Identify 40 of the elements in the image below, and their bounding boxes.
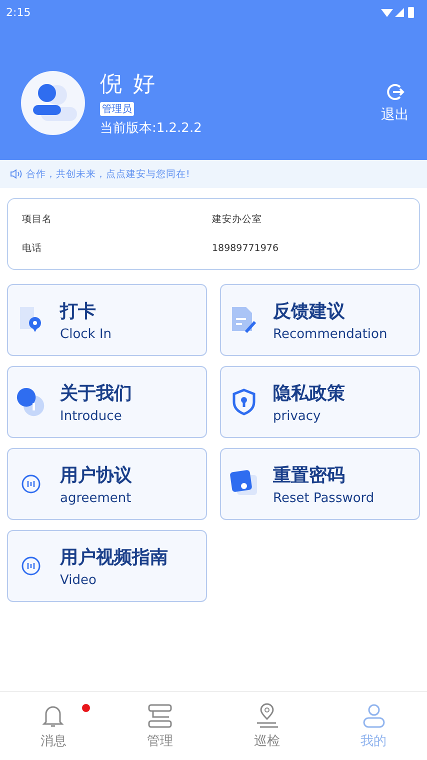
- speaker-icon: [10, 169, 22, 179]
- menu-card[interactable]: 隐私政策 privacy: [220, 366, 420, 438]
- layout-icon: [147, 702, 174, 728]
- menu-subtitle: Recommendation: [273, 326, 388, 342]
- menu-card[interactable]: 反馈建议 Recommendation: [220, 284, 420, 356]
- info-label: 电话: [21, 242, 43, 255]
- info-label: 项目名: [21, 213, 53, 226]
- status-time: 2:15: [6, 6, 31, 18]
- menu-card[interactable]: 关于我们 Introduce: [7, 366, 207, 438]
- logout-icon: [385, 82, 405, 102]
- nav-tab[interactable]: 巡检: [214, 692, 320, 760]
- user-name: 倪 好: [100, 71, 157, 99]
- menu-title: 用户协议: [60, 464, 132, 486]
- menu-title: 关于我们: [60, 382, 132, 404]
- role-tag: 管理员: [100, 102, 134, 116]
- menu-title: 反馈建议: [273, 300, 346, 322]
- menu-card[interactable]: 打卡 Clock In: [7, 284, 207, 356]
- menu-card[interactable]: 重置密码 Reset Password: [220, 448, 420, 520]
- menu-subtitle: Clock In: [60, 326, 112, 342]
- nav-tab[interactable]: 管理: [106, 692, 214, 760]
- menu-subtitle: Introduce: [60, 408, 123, 424]
- menu-title: 重置密码: [273, 464, 346, 486]
- notice-text: 合作，共创未来，点点建安与您同在!: [26, 168, 190, 180]
- menu-card[interactable]: 用户视频指南 Video: [7, 530, 207, 602]
- menu-title: 用户视频指南: [60, 546, 168, 568]
- menu-subtitle: agreement: [60, 490, 132, 506]
- menu-card[interactable]: 用户协议 agreement: [7, 448, 207, 520]
- status-icons: [381, 6, 417, 18]
- info-value: 建安办公室: [212, 213, 263, 226]
- edit-document-icon: [229, 305, 259, 335]
- menu-subtitle: Reset Password: [273, 490, 374, 506]
- nav-tab[interactable]: 消息: [0, 692, 107, 760]
- menu-subtitle: Video: [60, 572, 98, 588]
- info-icon: [16, 386, 46, 418]
- version-text: 当前版本:1.2.2.2: [100, 120, 202, 137]
- menu-subtitle: privacy: [273, 408, 322, 424]
- menu-title: 隐私政策: [273, 382, 345, 404]
- user-icon: [360, 702, 387, 728]
- menu-title: 打卡: [60, 300, 97, 322]
- info-value: 18989771976: [212, 243, 280, 254]
